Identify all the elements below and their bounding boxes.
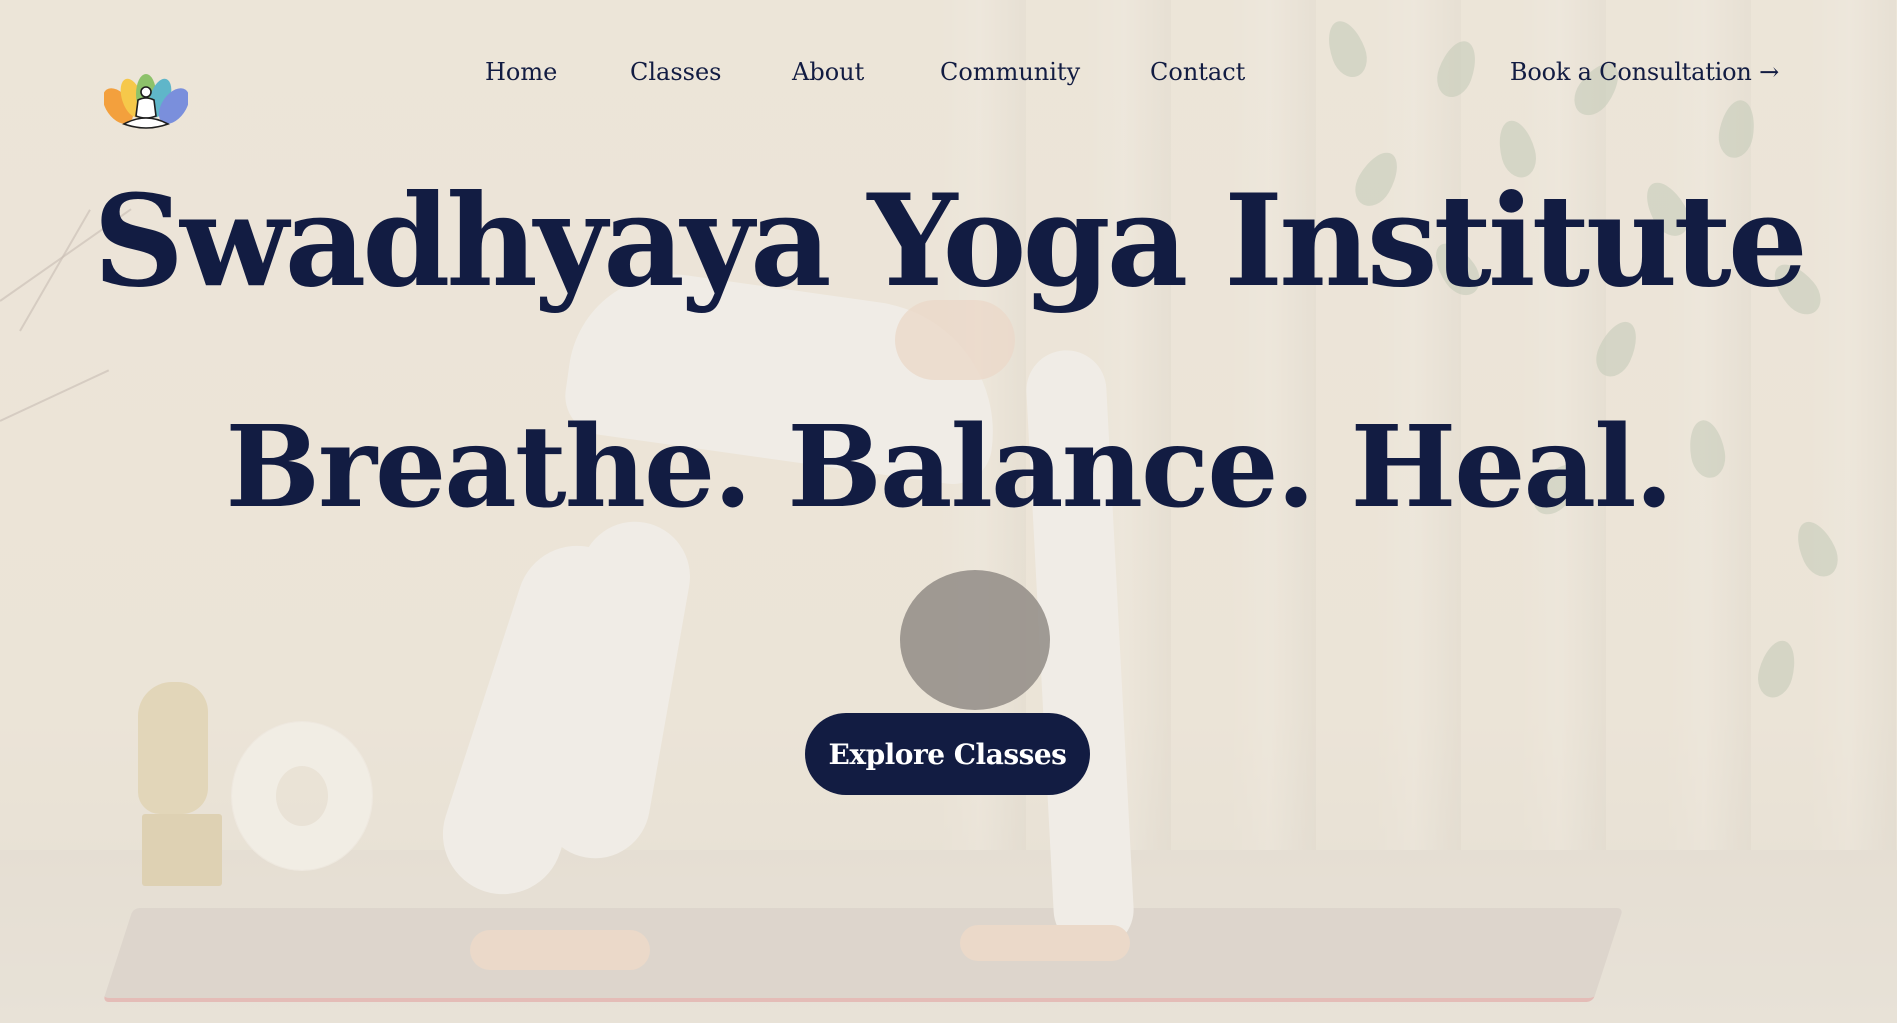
nav-community[interactable]: Community xyxy=(940,58,1080,86)
nav-about[interactable]: About xyxy=(792,58,864,86)
nav-home[interactable]: Home xyxy=(485,58,557,86)
explore-classes-button[interactable]: Explore Classes xyxy=(805,713,1090,795)
lotus-meditation-icon[interactable] xyxy=(102,72,190,138)
hero-title: Swadhyaya Yoga Institute xyxy=(93,167,1808,315)
nav-contact[interactable]: Contact xyxy=(1150,58,1245,86)
nav-classes[interactable]: Classes xyxy=(630,58,722,86)
book-consultation-link[interactable]: Book a Consultation → xyxy=(1510,58,1779,86)
hero-tagline: Breathe. Balance. Heal. xyxy=(225,402,1673,533)
